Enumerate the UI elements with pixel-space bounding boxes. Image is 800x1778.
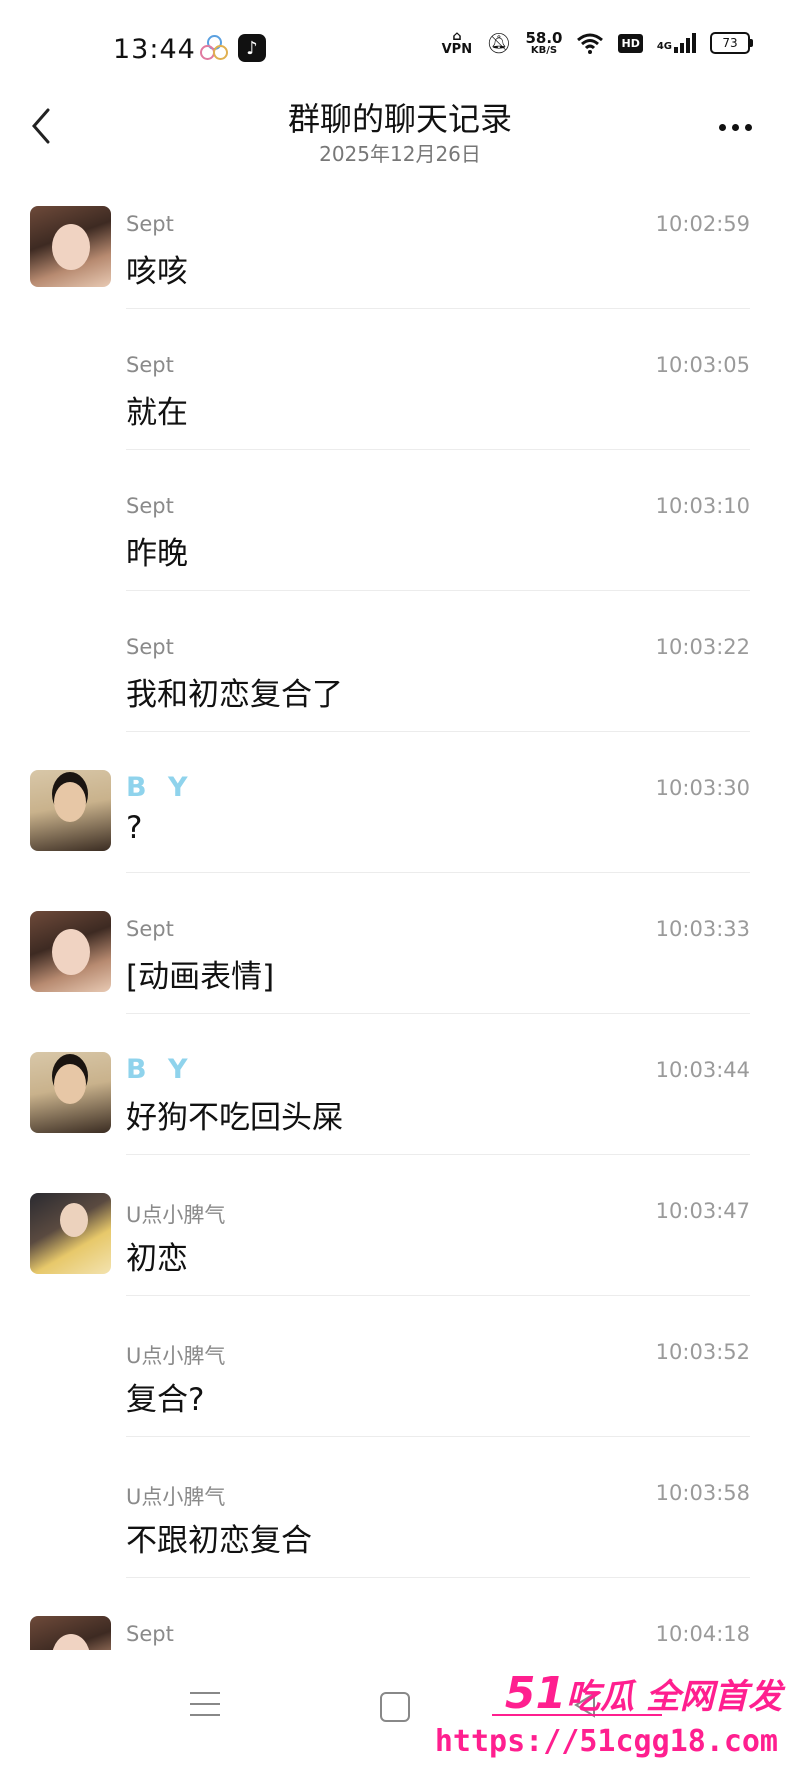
message-text: ? <box>126 810 143 846</box>
sender-name: B Y <box>126 772 194 803</box>
wifi-icon <box>577 33 604 54</box>
divider <box>126 590 750 591</box>
divider <box>126 1013 750 1014</box>
message-time: 10:03:44 <box>655 1058 750 1082</box>
vpn-icon: ⌂ VPN <box>441 29 473 57</box>
page-title: 群聊的聊天记录 <box>287 100 512 138</box>
message-row[interactable]: Sept 10:03:33 [动画表情] <box>0 905 800 1047</box>
divider <box>126 1577 750 1578</box>
speed-unit: KB/S <box>530 44 558 56</box>
home-button[interactable] <box>380 1692 410 1722</box>
message-time: 10:03:22 <box>655 635 750 659</box>
more-options-button[interactable] <box>710 112 760 142</box>
avatar[interactable] <box>30 770 111 851</box>
status-bar: 13:44 ♪ ⌂ VPN 🔕︎ 58.0 KB/S HD 4G 73 <box>0 0 800 100</box>
sender-name: Sept <box>126 212 174 236</box>
sender-name: Sept <box>126 1622 174 1646</box>
message-text: 咳咳 <box>126 254 188 290</box>
avatar[interactable] <box>30 1616 111 1650</box>
sender-name: U点小脾气 <box>126 1485 226 1509</box>
watermark: 51吃瓜 全网首发 https://51cgg18.com <box>435 1668 792 1768</box>
more-dot-icon <box>731 123 739 131</box>
message-text: 好狗不吃回头屎 <box>126 1100 343 1136</box>
avatar[interactable] <box>30 1052 111 1133</box>
sender-name: Sept <box>126 635 174 659</box>
avatar[interactable] <box>30 1193 111 1274</box>
message-row[interactable]: B Y 10:03:44 好狗不吃回头屎 <box>0 1046 800 1188</box>
speed-value: 58.0 <box>525 28 563 47</box>
message-row[interactable]: Sept 10:03:10 昨晚 <box>0 482 800 624</box>
message-text: 初恋 <box>126 1241 188 1277</box>
message-row[interactable]: U点小脾气 10:03:58 不跟初恋复合 <box>0 1469 800 1611</box>
watermark-brand-text: 吃瓜 全网首发 <box>566 1677 782 1717</box>
more-dot-icon <box>718 123 726 131</box>
status-time: 13:44 <box>113 34 196 65</box>
vpn-label: VPN <box>441 42 473 57</box>
message-time: 10:03:30 <box>655 776 750 800</box>
divider <box>126 1154 750 1155</box>
message-row[interactable]: U点小脾气 10:03:52 复合? <box>0 1328 800 1470</box>
divider <box>126 731 750 732</box>
sender-name: Sept <box>126 917 174 941</box>
photos-app-icon <box>200 35 228 61</box>
battery-icon: 73 <box>710 32 753 54</box>
message-text: 我和初恋复合了 <box>126 677 343 713</box>
sender-name: U点小脾气 <box>126 1344 226 1368</box>
watermark-url: https://51cgg18.com <box>434 1724 778 1759</box>
divider <box>126 308 750 309</box>
hd-icon: HD <box>618 33 643 53</box>
message-time: 10:03:05 <box>655 353 750 377</box>
chat-record-header: 群聊的聊天记录 2025年12月26日 <box>0 88 800 168</box>
record-date: 2025年12月26日 <box>319 142 481 166</box>
message-time: 10:03:52 <box>655 1340 750 1364</box>
cellular-signal-icon: 4G <box>657 33 696 53</box>
divider <box>126 449 750 450</box>
sender-name: Sept <box>126 353 174 377</box>
watermark-brand-number: 51 <box>504 1668 567 1719</box>
divider <box>126 1436 750 1437</box>
message-row[interactable]: B Y 10:03:30 ? <box>0 764 800 906</box>
battery-level: 73 <box>722 36 738 50</box>
watermark-brand: 51吃瓜 全网首发 <box>505 1668 782 1719</box>
message-row[interactable]: U点小脾气 10:03:47 初恋 <box>0 1187 800 1329</box>
message-time: 10:04:18 <box>655 1622 750 1646</box>
message-row[interactable]: Sept 10:02:59 咳咳 <box>0 200 800 342</box>
divider <box>126 1295 750 1296</box>
message-text: 复合? <box>126 1382 205 1418</box>
message-text: 就在 <box>126 395 188 431</box>
message-text: 不跟初恋复合 <box>126 1523 312 1559</box>
avatar[interactable] <box>30 911 111 992</box>
message-text: [动画表情] <box>126 959 275 995</box>
status-icons: ⌂ VPN 🔕︎ 58.0 KB/S HD 4G 73 <box>441 28 753 57</box>
recent-apps-button[interactable] <box>190 1692 220 1720</box>
message-time: 10:03:33 <box>655 917 750 941</box>
more-dot-icon <box>744 123 752 131</box>
message-row[interactable]: Sept 10:03:22 我和初恋复合了 <box>0 623 800 765</box>
message-time: 10:03:58 <box>655 1481 750 1505</box>
sender-name: B Y <box>126 1054 194 1085</box>
message-time: 10:02:59 <box>655 212 750 236</box>
divider <box>126 872 750 873</box>
avatar[interactable] <box>30 206 111 287</box>
network-type: 4G <box>656 41 672 52</box>
notification-icons: ♪ <box>200 34 266 62</box>
network-speed: 58.0 KB/S <box>525 28 563 56</box>
message-time: 10:03:10 <box>655 494 750 518</box>
mute-bell-icon: 🔕︎ <box>486 31 512 55</box>
message-text: 昨晚 <box>126 536 188 572</box>
sender-name: U点小脾气 <box>126 1203 226 1227</box>
sender-name: Sept <box>126 494 174 518</box>
message-row[interactable]: Sept 10:04:18 <box>0 1610 800 1650</box>
tiktok-icon: ♪ <box>238 34 266 62</box>
message-row[interactable]: Sept 10:03:05 就在 <box>0 341 800 483</box>
message-time: 10:03:47 <box>655 1199 750 1223</box>
